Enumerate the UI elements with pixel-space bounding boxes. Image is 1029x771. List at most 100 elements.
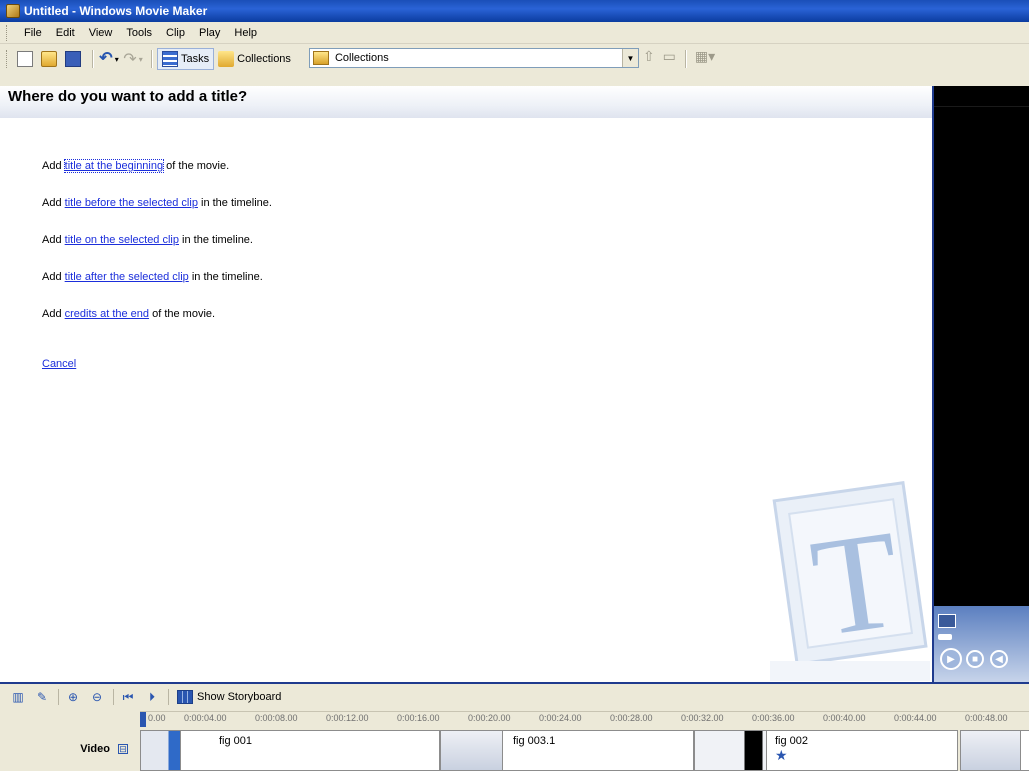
menu-bar: File Edit View Tools Clip Play Help — [0, 22, 1029, 44]
show-storyboard-button[interactable]: Show Storyboard — [177, 690, 281, 704]
title-watermark-icon: T — [770, 481, 930, 681]
menu-play[interactable]: Play — [192, 25, 227, 41]
timeline-toolbar: ▥ ✎ ⊕ ⊖ ⏮ ⏵ Show Storyboard — [0, 682, 1029, 710]
title-at-beginning-link[interactable]: title at the beginning — [63, 159, 165, 173]
option-prefix: Add — [42, 234, 65, 246]
transition-star-icon: ★ — [775, 747, 788, 763]
menu-file[interactable]: File — [17, 25, 49, 41]
views-icon[interactable]: ▦▾ — [695, 48, 715, 65]
clip-thumbnail — [441, 731, 503, 770]
ruler-tick: 0:00:24.00 — [539, 713, 582, 723]
option-prefix: Add — [42, 271, 65, 283]
menu-help[interactable]: Help — [227, 25, 264, 41]
stop-icon[interactable]: ■ — [966, 650, 984, 668]
up-one-level-icon[interactable]: ⇧ — [643, 48, 655, 65]
timeline-clip[interactable]: fig 003.1 — [440, 730, 694, 771]
main-toolbar: ↶ ▾ ↷ ▾ Tasks Collections Collections ▼ ⇧ … — [0, 45, 1029, 86]
expand-track-icon[interactable]: ⊟ — [118, 744, 128, 754]
timeline-clip[interactable]: fig 001 — [140, 730, 440, 771]
clip-name: fig 003.1 — [513, 735, 556, 747]
tasks-list-icon — [162, 51, 178, 67]
movie-maker-app-icon[interactable] — [6, 4, 20, 18]
title-on-clip-link[interactable]: title on the selected clip — [65, 234, 179, 246]
split-clip-icon[interactable] — [938, 614, 956, 628]
narrate-microphone-icon[interactable]: ✎ — [34, 689, 50, 705]
undo-arrow-icon: ↶ — [99, 50, 113, 67]
ruler-tick: 0:00:40.00 — [823, 713, 866, 723]
timeline-separator — [58, 689, 59, 705]
preview-monitor: ▶ ■ ◀ — [932, 86, 1029, 682]
menu-edit[interactable]: Edit — [49, 25, 82, 41]
title-options-list: Add title at the beginning of the movie.… — [42, 159, 272, 345]
play-icon[interactable]: ▶ — [940, 648, 962, 670]
seek-slider[interactable] — [938, 634, 952, 640]
collections-dropdown-value: Collections — [334, 52, 389, 64]
storyboard-icon — [177, 690, 193, 704]
ruler-tick: 0:00:44.00 — [894, 713, 937, 723]
menubar-grip[interactable] — [6, 24, 9, 41]
toolbar-separator — [684, 50, 686, 68]
toolbar-separator — [92, 50, 93, 68]
save-project-button[interactable] — [63, 48, 85, 70]
collections-folder-icon — [218, 51, 235, 67]
menu-tools[interactable]: Tools — [119, 25, 159, 41]
clip-thumbnail — [961, 731, 1021, 770]
clip-name: fig 001 — [219, 735, 253, 747]
menu-view[interactable]: View — [82, 25, 120, 41]
cancel-row: Cancel — [42, 358, 76, 370]
zoom-in-icon[interactable]: ⊕ — [65, 689, 81, 705]
chevron-down-icon[interactable]: ▼ — [621, 49, 638, 67]
redo-arrow-icon: ↷ — [123, 51, 137, 68]
ruler-tick: 0:00:32.00 — [681, 713, 724, 723]
option-suffix: in the timeline. — [179, 234, 253, 246]
option-title-on-clip: Add title on the selected clip in the ti… — [42, 234, 272, 271]
tasks-button[interactable]: Tasks — [157, 48, 215, 70]
zoom-out-icon[interactable]: ⊖ — [89, 689, 105, 705]
menu-clip[interactable]: Clip — [159, 25, 192, 41]
cancel-link[interactable]: Cancel — [42, 358, 76, 370]
ruler-tick: 0:00:12.00 — [326, 713, 369, 723]
set-audio-levels-icon[interactable]: ▥ — [10, 689, 26, 705]
playback-controls: ▶ ■ ◀ — [934, 606, 1029, 682]
ruler-tick: 0:00:20.00 — [468, 713, 511, 723]
video-track[interactable]: fig 001 fig 003.1 fig 002 ★ — [140, 727, 1029, 771]
clip-thumbnail — [695, 731, 767, 770]
toolbar-grip[interactable] — [6, 50, 9, 68]
redo-dropdown-icon[interactable]: ▾ — [139, 55, 143, 64]
title-after-clip-link[interactable]: title after the selected clip — [65, 271, 189, 283]
credits-at-end-link[interactable]: credits at the end — [65, 308, 149, 320]
ruler-tick: 0:00:48.00 — [965, 713, 1008, 723]
title-bar: Untitled - Windows Movie Maker — [0, 0, 1029, 22]
timeline-separator — [113, 689, 114, 705]
play-timeline-icon[interactable]: ⏵ — [144, 689, 160, 705]
title-before-clip-link[interactable]: title before the selected clip — [65, 197, 198, 209]
video-track-header: Video ⊟ — [0, 727, 140, 771]
timeline-clip[interactable] — [960, 730, 1029, 771]
timeline-separator — [168, 689, 169, 705]
toolbar-separator — [151, 50, 152, 68]
page-title: Where do you want to add a title? — [8, 88, 248, 105]
collections-dropdown[interactable]: Collections ▼ — [308, 48, 639, 68]
clip-name: fig 002 — [775, 735, 809, 747]
open-folder-icon — [40, 51, 57, 67]
ruler-tick: 0:00:04.00 — [184, 713, 227, 723]
open-project-button[interactable] — [39, 48, 61, 70]
timeline-clip[interactable]: fig 002 ★ — [694, 730, 958, 771]
new-folder-icon[interactable]: ▭ — [663, 48, 676, 65]
playhead-marker[interactable] — [140, 712, 146, 727]
timeline-ruler[interactable]: 0.00 0:00:04.00 0:00:08.00 0:00:12.00 0:… — [140, 711, 1029, 727]
ruler-tick: 0:00:16.00 — [397, 713, 440, 723]
window-title: Untitled - Windows Movie Maker — [24, 4, 208, 18]
new-project-button[interactable] — [15, 48, 37, 70]
show-storyboard-label: Show Storyboard — [197, 691, 282, 703]
previous-frame-icon[interactable]: ◀ — [990, 650, 1008, 668]
ruler-tick: 0.00 — [148, 713, 166, 723]
undo-button[interactable]: ↶ ▾ — [98, 48, 120, 70]
redo-button[interactable]: ↷ ▾ — [122, 48, 144, 70]
ruler-tick: 0:00:08.00 — [255, 713, 298, 723]
undo-dropdown-icon[interactable]: ▾ — [115, 55, 119, 64]
option-suffix: in the timeline. — [188, 271, 263, 283]
rewind-timeline-icon[interactable]: ⏮ — [120, 689, 136, 705]
tasks-label: Tasks — [181, 53, 210, 65]
collections-button[interactable]: Collections — [214, 48, 295, 70]
